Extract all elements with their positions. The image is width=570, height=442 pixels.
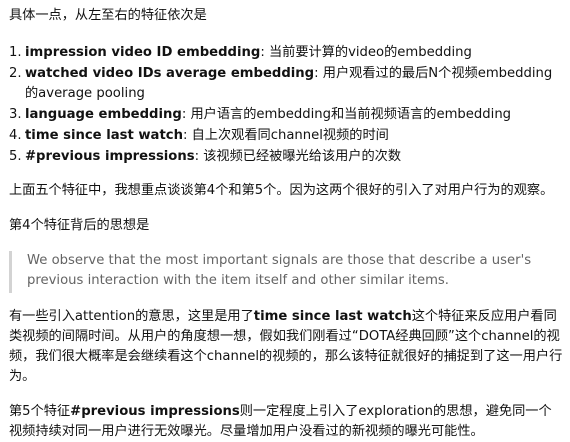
feature-desc: : 当前要计算的video的embedding [260, 45, 472, 60]
paragraph-feature5: 第5个特征#previous impressions则一定程度上引入了explo… [9, 402, 564, 442]
feature-term: time since last watch [25, 128, 183, 143]
article-body: 具体一点，从左至右的特征依次是 1. impression video ID e… [0, 0, 570, 439]
list-item: 2. watched video IDs average embedding: … [9, 64, 564, 104]
feature-desc: : 自上次观看同channel视频的时间 [182, 128, 389, 143]
list-item: 3. language embedding: 用户语言的embedding和当前… [9, 105, 564, 125]
paragraph-feature4: 有一些引入attention的意思，这里是用了time since last w… [9, 307, 564, 387]
quote-block: We observe that the most important signa… [9, 251, 564, 293]
paragraph-text: 有一些引入attention的意思，这里是用了 [9, 309, 254, 324]
feature-desc: : 用户语言的embedding和当前视频语言的embedding [181, 107, 512, 122]
list-item: 1. impression video ID embedding: 当前要计算的… [9, 43, 564, 63]
feature-term: #previous impressions [25, 149, 195, 164]
list-number: 4. [9, 128, 22, 143]
bold-term: #previous impressions [70, 404, 240, 419]
feature-list: 1. impression video ID embedding: 当前要计算的… [9, 43, 564, 167]
feature-term: impression video ID embedding [25, 45, 261, 60]
list-item: 5. #previous impressions: 该视频已经被曝光给该用户的次… [9, 147, 564, 167]
list-number: 2. [9, 66, 22, 81]
feature-term: language embedding [25, 107, 182, 122]
bold-term: time since last watch [253, 309, 412, 324]
list-number: 3. [9, 107, 22, 122]
paragraph-feature4-lead: 第4个特征背后的思想是 [9, 218, 150, 233]
list-item: 4. time since last watch: 自上次观看同channel视… [9, 126, 564, 146]
intro-text: 具体一点，从左至右的特征依次是 [9, 8, 207, 23]
feature-term: watched video IDs average embedding [25, 66, 315, 81]
paragraph-focus: 上面五个特征中，我想重点谈谈第4个和第5个。因为这两个很好的引入了对用户行为的观… [9, 183, 554, 198]
paragraph-text: 第5个特征 [9, 404, 71, 419]
list-number: 1. [9, 45, 22, 60]
list-number: 5. [9, 149, 22, 164]
feature-desc: : 该视频已经被曝光给该用户的次数 [194, 149, 402, 164]
